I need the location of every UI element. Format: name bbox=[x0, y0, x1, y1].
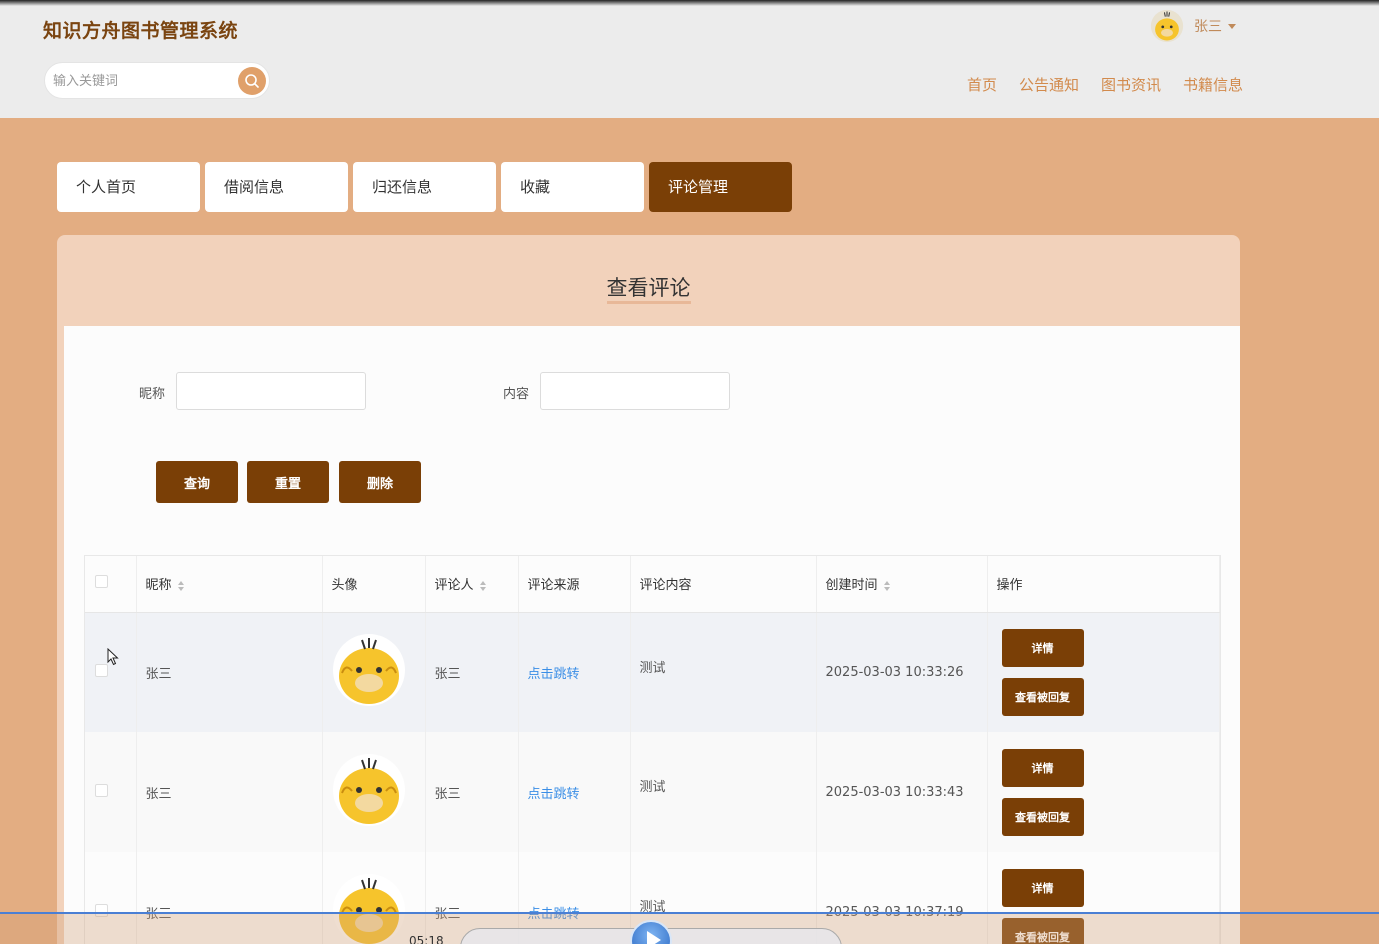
header-source: 评论来源 bbox=[518, 556, 631, 613]
tab-favorites[interactable]: 收藏 bbox=[501, 162, 644, 212]
search-icon bbox=[245, 74, 259, 88]
header-commenter-label: 评论人 bbox=[434, 578, 474, 594]
cell-commenter: 张三 bbox=[425, 732, 519, 852]
header-actions: 操作 bbox=[987, 556, 1220, 613]
comments-table: 昵称 头像 评论人 评论来源 评论内容 创建时间 操作 张三 张三 点击跳转 测… bbox=[84, 555, 1221, 944]
cell-avatar bbox=[322, 612, 426, 732]
nickname-label: 昵称 bbox=[139, 387, 166, 402]
header-avatar: 头像 bbox=[322, 556, 426, 613]
cell-created: 2025-03-03 10:33:43 bbox=[816, 732, 988, 852]
detail-button[interactable]: 详情 bbox=[1001, 628, 1084, 667]
cell-avatar bbox=[322, 732, 426, 852]
nav-book-info[interactable]: 书籍信息 bbox=[1183, 74, 1243, 95]
tab-comment-management[interactable]: 评论管理 bbox=[649, 162, 792, 212]
cell-nickname: 张三 bbox=[136, 612, 323, 732]
header: 知识方舟图书管理系统 张三 首页 公告通知 图书资讯 书籍信息 bbox=[0, 0, 1379, 118]
caret-down-icon bbox=[1228, 23, 1236, 29]
video-player-bar: 05:18 bbox=[0, 912, 1379, 944]
panel-title: 查看评论 bbox=[57, 275, 1240, 304]
row-checkbox[interactable] bbox=[95, 783, 108, 797]
query-button[interactable]: 查询 bbox=[156, 461, 238, 503]
header-wave-divider bbox=[0, 104, 1379, 117]
content-label: 内容 bbox=[503, 387, 530, 402]
table-row: 张三 张三 bbox=[85, 732, 1220, 852]
search-input[interactable] bbox=[53, 71, 233, 91]
cell-actions: 详情 查看被回复 bbox=[987, 612, 1220, 732]
sort-icon[interactable] bbox=[177, 580, 184, 591]
panel-title-text: 查看评论 bbox=[606, 275, 691, 304]
sort-icon[interactable] bbox=[479, 580, 486, 591]
cell-actions: 详情 查看被回复 bbox=[987, 732, 1220, 852]
header-select-all bbox=[85, 556, 137, 613]
detail-button[interactable]: 详情 bbox=[1001, 748, 1084, 787]
nav-book-news[interactable]: 图书资讯 bbox=[1101, 74, 1161, 95]
header-nickname[interactable]: 昵称 bbox=[136, 556, 323, 613]
nav-home[interactable]: 首页 bbox=[967, 74, 997, 95]
tab-return-info[interactable]: 归还信息 bbox=[353, 162, 496, 212]
header-created[interactable]: 创建时间 bbox=[816, 556, 988, 613]
duck-avatar-image[interactable] bbox=[332, 753, 406, 827]
cell-source: 点击跳转 bbox=[518, 612, 631, 732]
source-link[interactable]: 点击跳转 bbox=[528, 787, 580, 802]
reset-button[interactable]: 重置 bbox=[247, 461, 329, 503]
main-nav: 首页 公告通知 图书资讯 书籍信息 bbox=[967, 74, 1243, 95]
duck-avatar-image[interactable] bbox=[332, 633, 406, 707]
tab-personal-home[interactable]: 个人首页 bbox=[57, 162, 200, 212]
table-header-row: 昵称 头像 评论人 评论来源 评论内容 创建时间 操作 bbox=[85, 556, 1220, 613]
user-menu[interactable]: 张三 bbox=[1150, 9, 1236, 43]
header-nickname-label: 昵称 bbox=[145, 578, 172, 594]
row-select bbox=[85, 612, 137, 732]
player-time: 05:18 bbox=[409, 934, 444, 944]
cell-created: 2025-03-03 10:33:26 bbox=[816, 612, 988, 732]
header-commenter[interactable]: 评论人 bbox=[425, 556, 519, 613]
select-all-checkbox[interactable] bbox=[95, 575, 108, 589]
user-avatar bbox=[1150, 9, 1184, 43]
nav-announcements[interactable]: 公告通知 bbox=[1019, 74, 1079, 95]
center-tabs: 个人首页 借阅信息 归还信息 收藏 评论管理 bbox=[57, 162, 792, 212]
mouse-cursor-icon bbox=[107, 648, 119, 666]
tab-borrow-info[interactable]: 借阅信息 bbox=[205, 162, 348, 212]
detail-button[interactable]: 详情 bbox=[1001, 868, 1084, 907]
panel-body: 昵称 内容 查询 重置 删除 昵称 头像 评论人 评论来源 评论内容 创建时间 … bbox=[64, 326, 1240, 944]
cell-commenter: 张三 bbox=[425, 612, 519, 732]
cell-source: 点击跳转 bbox=[518, 732, 631, 852]
comment-panel: 查看评论 昵称 内容 查询 重置 删除 昵称 头像 评论人 评论来源 评论内容 … bbox=[57, 235, 1240, 944]
table-row: 张三 张三 bbox=[85, 612, 1220, 732]
header-content: 评论内容 bbox=[630, 556, 817, 613]
content-input[interactable] bbox=[540, 372, 730, 410]
search-box bbox=[44, 62, 270, 99]
cell-nickname: 张三 bbox=[136, 732, 323, 852]
site-title[interactable]: 知识方舟图书管理系统 bbox=[43, 16, 238, 43]
view-reply-button[interactable]: 查看被回复 bbox=[1001, 797, 1084, 836]
search-button[interactable] bbox=[238, 67, 266, 95]
cell-content: 测试 bbox=[630, 732, 817, 852]
source-link[interactable]: 点击跳转 bbox=[528, 667, 580, 682]
user-name: 张三 bbox=[1194, 19, 1222, 35]
delete-button[interactable]: 删除 bbox=[339, 461, 421, 503]
nickname-input[interactable] bbox=[176, 372, 366, 410]
sort-icon[interactable] bbox=[883, 580, 890, 591]
row-select bbox=[85, 732, 137, 852]
header-created-label: 创建时间 bbox=[825, 578, 878, 594]
view-reply-button[interactable]: 查看被回复 bbox=[1001, 677, 1084, 716]
cell-content: 测试 bbox=[630, 612, 817, 732]
